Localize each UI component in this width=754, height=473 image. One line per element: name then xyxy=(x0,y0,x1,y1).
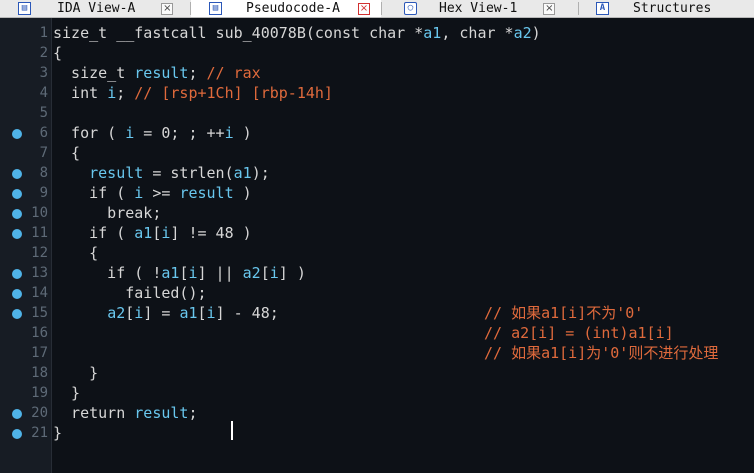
code-line[interactable]: 3 size_t result; // rax xyxy=(0,63,754,83)
pseudocode-icon: ▤ xyxy=(209,2,222,15)
code-comment: // a2[i] = (int)a1[i] xyxy=(484,324,674,342)
line-number: 2 xyxy=(39,45,48,61)
code-comment: // 如果a1[i]不为'0' xyxy=(484,304,644,322)
code-text: int i; // [rsp+1Ch] [rbp-14h] xyxy=(53,84,333,102)
text-caret xyxy=(231,421,233,440)
code-text: { xyxy=(53,44,63,62)
code-line[interactable]: 11 if ( a1[i] != 48 ) xyxy=(0,223,754,243)
tab-label: IDA View-A xyxy=(57,1,136,16)
breakpoint-dot-icon[interactable] xyxy=(12,409,22,419)
code-comment: // 如果a1[i]为'0'则不进行处理 xyxy=(484,344,719,362)
code-line[interactable]: 4 int i; // [rsp+1Ch] [rbp-14h] xyxy=(0,83,754,103)
code-line[interactable]: 5 xyxy=(0,103,754,123)
code-text: a2[i] = a1[i] - 48; xyxy=(107,304,279,322)
breakpoint-dot-icon[interactable] xyxy=(12,209,22,219)
pseudocode-editor[interactable]: 1 size_t __fastcall sub_40078B(const char… xyxy=(0,18,754,473)
line-number: 17 xyxy=(31,345,48,361)
tab-pseudocode[interactable]: ▤ Pseudocode-A × xyxy=(191,0,381,17)
code-line[interactable]: 14 failed(); xyxy=(0,283,754,303)
code-line[interactable]: 9 if ( i >= result ) xyxy=(0,183,754,203)
tab-structures[interactable]: A Structures xyxy=(596,0,711,17)
line-number: 8 xyxy=(39,165,48,181)
breakpoint-dot-icon[interactable] xyxy=(12,289,22,299)
tab-ida-view[interactable]: ▤ IDA View-A × xyxy=(18,0,174,17)
line-number: 16 xyxy=(31,325,48,341)
code-text: } xyxy=(53,364,99,382)
breakpoint-dot-icon[interactable] xyxy=(12,229,22,239)
breakpoint-dot-icon[interactable] xyxy=(12,169,22,179)
line-number: 10 xyxy=(31,205,48,221)
code-text: { xyxy=(53,144,81,162)
code-text: break; xyxy=(53,204,162,222)
line-number: 18 xyxy=(31,365,48,381)
line-number: 21 xyxy=(31,425,48,441)
tab-hex-view[interactable]: ◯ Hex View-1 × xyxy=(404,0,556,17)
line-number: 14 xyxy=(31,285,48,301)
breakpoint-dot-icon[interactable] xyxy=(12,189,22,199)
breakpoint-dot-icon[interactable] xyxy=(12,429,22,439)
line-number: 5 xyxy=(39,105,48,121)
code-line[interactable]: 7 { xyxy=(0,143,754,163)
code-line[interactable]: 8 result = strlen(a1); xyxy=(0,163,754,183)
tab-label: Pseudocode-A xyxy=(246,1,340,16)
tab-separator xyxy=(578,2,579,15)
code-line[interactable]: 21} xyxy=(0,423,754,443)
code-text: return result; xyxy=(53,404,198,422)
ida-view-icon: ▤ xyxy=(18,2,31,15)
line-number: 13 xyxy=(31,265,48,281)
line-number: 3 xyxy=(39,65,48,81)
code-text: if ( a1[i] != 48 ) xyxy=(53,224,252,242)
close-icon[interactable]: × xyxy=(357,2,370,15)
breakpoint-dot-icon[interactable] xyxy=(12,269,22,279)
code-line[interactable]: 13 if ( !a1[i] || a2[i] ) xyxy=(0,263,754,283)
line-number: 7 xyxy=(39,145,48,161)
hex-view-icon: ◯ xyxy=(404,2,417,15)
code-line[interactable]: 2{ xyxy=(0,43,754,63)
tab-label: Structures xyxy=(633,1,712,16)
code-text: } xyxy=(53,384,81,402)
tab-separator xyxy=(381,2,382,15)
code-text: } xyxy=(53,424,63,442)
tab-bar: ▤ IDA View-A × ▤ Pseudocode-A × ◯ Hex Vi… xyxy=(0,0,754,18)
code-line[interactable]: 12 { xyxy=(0,243,754,263)
line-number: 6 xyxy=(39,125,48,141)
close-icon[interactable]: × xyxy=(543,2,556,15)
line-number: 12 xyxy=(31,245,48,261)
code-line[interactable]: 20 return result; xyxy=(0,403,754,423)
structures-icon: A xyxy=(596,2,609,15)
code-line[interactable]: 19 } xyxy=(0,383,754,403)
code-text: failed(); xyxy=(53,284,207,302)
code-line[interactable]: 18 } xyxy=(0,363,754,383)
code-text: for ( i = 0; ; ++i ) xyxy=(53,124,252,142)
code-text: size_t result; // rax xyxy=(53,64,261,82)
line-number: 15 xyxy=(31,305,48,321)
line-number: 20 xyxy=(31,405,48,421)
code-text: { xyxy=(53,244,99,262)
line-number: 11 xyxy=(31,225,48,241)
code-text: if ( !a1[i] || a2[i] ) xyxy=(53,264,306,282)
code-line[interactable]: 1 size_t __fastcall sub_40078B(const char… xyxy=(0,23,754,43)
line-number: 1 xyxy=(39,25,48,41)
code-text: size_t __fastcall sub_40078B(const char … xyxy=(53,24,541,42)
close-icon[interactable]: × xyxy=(161,2,174,15)
breakpoint-dot-icon[interactable] xyxy=(12,129,22,139)
code-line[interactable]: 10 break; xyxy=(0,203,754,223)
line-number: 19 xyxy=(31,385,48,401)
breakpoint-dot-icon[interactable] xyxy=(12,309,22,319)
line-number: 9 xyxy=(39,185,48,201)
code-line[interactable]: 6 for ( i = 0; ; ++i ) xyxy=(0,123,754,143)
code-text: if ( i >= result ) xyxy=(53,184,252,202)
code-text: result = strlen(a1); xyxy=(89,164,270,182)
tab-label: Hex View-1 xyxy=(439,1,518,16)
line-number: 4 xyxy=(39,85,48,101)
